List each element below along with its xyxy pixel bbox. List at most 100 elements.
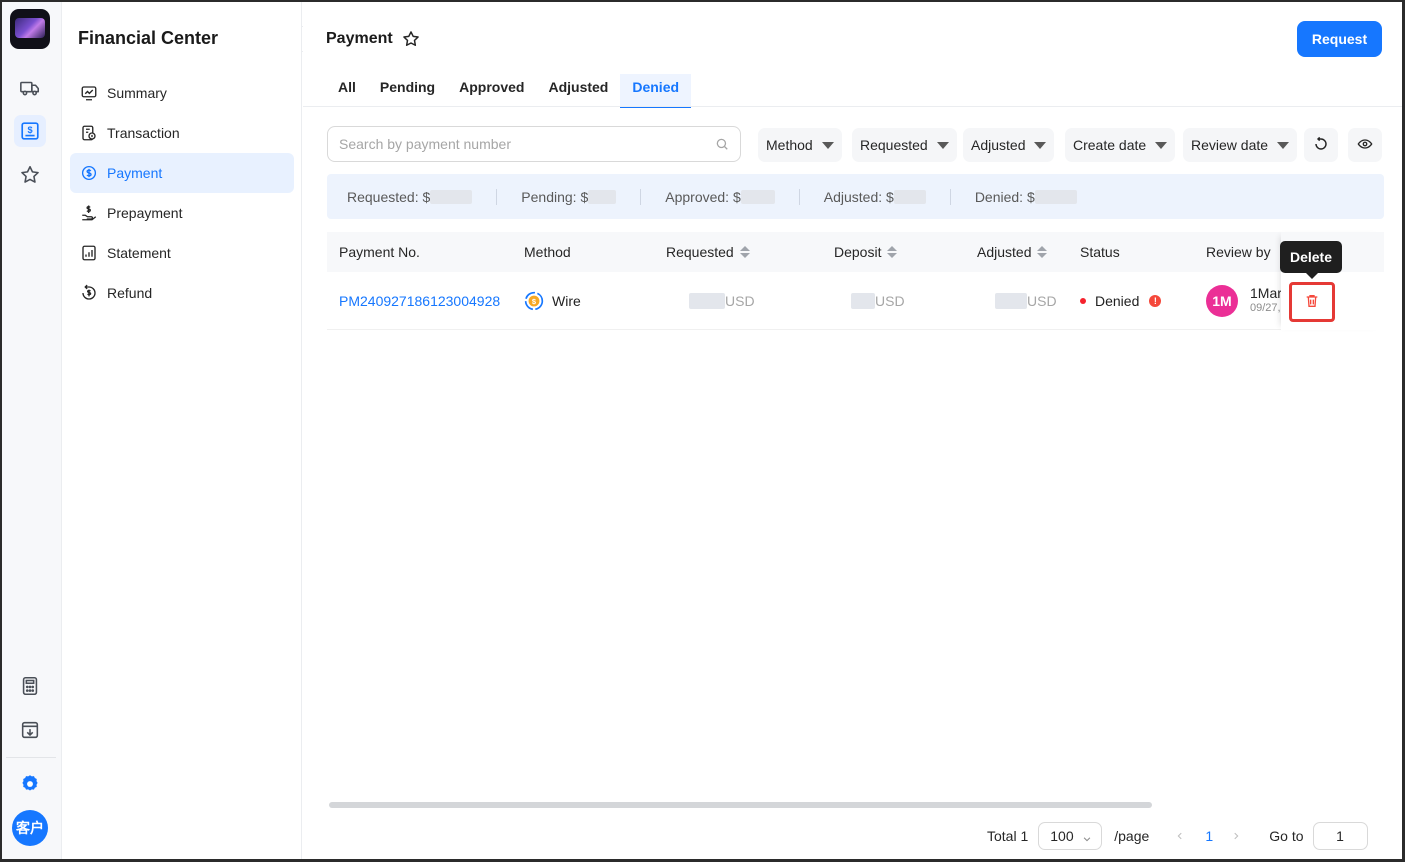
per-page-label: /page xyxy=(1114,828,1150,844)
pagination: Total 1 100 /page 1 Go to 1 xyxy=(987,822,1368,850)
page-size-value: 100 xyxy=(1050,828,1074,844)
app-logo[interactable] xyxy=(10,9,50,49)
total-count: Total 1 xyxy=(987,828,1029,844)
sidebar-item-prepayment[interactable]: Prepayment xyxy=(70,193,294,233)
column-header-label: Adjusted xyxy=(977,244,1032,260)
masked-amount xyxy=(740,189,775,204)
tab-adjusted[interactable]: Adjusted xyxy=(536,74,620,106)
dollar-card-icon[interactable]: $ xyxy=(14,115,46,147)
caret-down-icon xyxy=(821,141,834,149)
summary-label: Approved: $ xyxy=(665,188,741,205)
reviewer-name: 1Mar xyxy=(1250,284,1282,301)
summary-divider xyxy=(798,188,800,205)
column-header: Review by xyxy=(1206,244,1271,260)
search-input[interactable]: Search by payment number xyxy=(327,126,741,162)
prepayment-icon xyxy=(80,204,98,222)
status-tabs: All Pending Approved Adjusted Denied xyxy=(326,74,692,108)
summary-adjusted: Adjusted: $ xyxy=(824,189,926,205)
column-header: Status xyxy=(1080,244,1120,260)
requested-filter-dropdown[interactable]: Requested xyxy=(852,128,957,162)
star-icon[interactable] xyxy=(14,159,46,191)
tab-approved[interactable]: Approved xyxy=(447,74,536,106)
sort-icon xyxy=(887,246,898,258)
caret-down-icon xyxy=(1034,141,1047,149)
app-window: $ 客户 Financial Center Summary Transactio… xyxy=(2,2,1402,859)
summary-divider xyxy=(640,188,642,205)
sidebar: Financial Center Summary Transaction Pay… xyxy=(62,2,302,859)
currency-label: USD xyxy=(1027,292,1057,309)
table-row: PM240927186123004928 $ Wire USD USD USD … xyxy=(327,272,1384,330)
summary-label: Denied: $ xyxy=(974,188,1035,205)
reset-filters-button[interactable] xyxy=(1304,128,1338,162)
dropdown-label: Create date xyxy=(1073,137,1147,153)
sidebar-item-transaction[interactable]: Transaction xyxy=(70,113,294,153)
sidebar-item-label: Refund xyxy=(107,285,153,301)
column-header: Payment No. xyxy=(339,244,420,260)
masked-amount xyxy=(1034,189,1077,204)
payment-icon xyxy=(80,164,98,182)
dropdown-label: Adjusted xyxy=(971,137,1026,153)
refund-icon xyxy=(80,284,98,302)
column-header-label: Deposit xyxy=(834,244,882,260)
sidebar-item-payment[interactable]: Payment xyxy=(70,153,294,193)
gear-icon[interactable] xyxy=(14,768,46,800)
tabs-divider xyxy=(303,106,1402,107)
caret-down-icon xyxy=(1155,141,1168,149)
caret-down-icon xyxy=(1277,141,1290,149)
status-badge: Denied xyxy=(1095,292,1140,309)
column-header-requested[interactable]: Requested xyxy=(666,232,750,272)
summary-label: Pending: $ xyxy=(521,188,589,205)
goto-page-input[interactable]: 1 xyxy=(1312,822,1368,850)
sidebar-item-summary[interactable]: Summary xyxy=(70,73,294,113)
sidebar-item-statement[interactable]: Statement xyxy=(70,233,294,273)
summary-denied: Denied: $ xyxy=(975,189,1077,205)
prev-page-icon[interactable] xyxy=(1175,828,1185,844)
favorite-star-icon[interactable] xyxy=(401,29,421,49)
main-content: Payment Request All Pending Approved Adj… xyxy=(303,2,1402,859)
reviewer-avatar: 1M xyxy=(1206,284,1238,317)
adjusted-filter-dropdown[interactable]: Adjusted xyxy=(963,128,1055,162)
create-date-filter-dropdown[interactable]: Create date xyxy=(1065,128,1176,162)
goto-label: Go to xyxy=(1269,828,1304,844)
status-dot xyxy=(1080,297,1086,304)
horizontal-scrollbar[interactable] xyxy=(329,802,1152,808)
info-alert-icon[interactable]: ! xyxy=(1149,294,1162,307)
payments-table: Payment No. Method Requested Deposit Adj… xyxy=(327,232,1384,330)
column-visibility-button[interactable] xyxy=(1348,128,1382,162)
method-label: Wire xyxy=(552,292,581,309)
user-avatar[interactable]: 客户 xyxy=(12,810,48,846)
page-size-select[interactable]: 100 xyxy=(1038,822,1103,850)
sidebar-item-refund[interactable]: Refund xyxy=(70,273,294,313)
transaction-icon xyxy=(80,124,98,142)
truck-icon[interactable] xyxy=(14,72,46,104)
review-date: 09/27, xyxy=(1250,302,1281,315)
masked-amount xyxy=(588,189,617,204)
page-number-current[interactable]: 1 xyxy=(1195,828,1223,844)
calculator-icon[interactable] xyxy=(14,670,46,702)
trash-icon xyxy=(1304,293,1320,312)
refresh-icon xyxy=(1313,136,1329,155)
column-header-label: Requested xyxy=(666,244,734,260)
sort-icon xyxy=(1037,246,1048,258)
sidebar-item-label: Statement xyxy=(107,245,171,261)
wire-transfer-icon: $ xyxy=(524,291,544,311)
statement-icon xyxy=(80,244,98,262)
summary-approved: Approved: $ xyxy=(665,189,775,205)
review-date-filter-dropdown[interactable]: Review date xyxy=(1183,128,1298,162)
tab-denied[interactable]: Denied xyxy=(620,74,692,108)
column-header: Method xyxy=(524,244,571,260)
column-header-deposit[interactable]: Deposit xyxy=(834,232,898,272)
summary-requested: Requested: $ xyxy=(347,189,473,205)
download-list-icon[interactable] xyxy=(14,714,46,746)
column-header-adjusted[interactable]: Adjusted xyxy=(977,232,1048,272)
delete-button[interactable] xyxy=(1289,282,1335,322)
tab-pending[interactable]: Pending xyxy=(368,74,447,106)
summary-divider xyxy=(496,188,498,205)
masked-amount xyxy=(689,292,725,309)
currency-label: USD xyxy=(875,292,905,309)
method-filter-dropdown[interactable]: Method xyxy=(758,128,842,162)
request-button[interactable]: Request xyxy=(1297,21,1382,57)
payment-number-link[interactable]: PM240927186123004928 xyxy=(339,293,500,309)
next-page-icon[interactable] xyxy=(1231,828,1241,844)
tab-all[interactable]: All xyxy=(326,74,368,106)
